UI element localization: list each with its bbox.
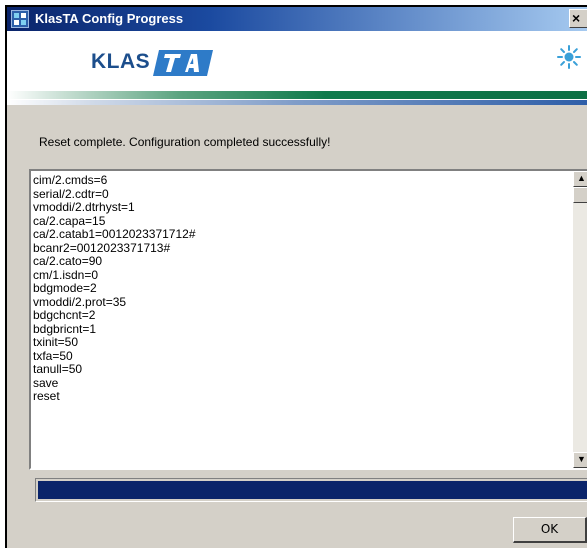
sun-icon: [557, 45, 581, 69]
scroll-down-button[interactable]: ▼: [573, 452, 587, 468]
title-bar[interactable]: KlasTA Config Progress ×: [7, 7, 587, 31]
log-line: ca/2.capa=15: [33, 213, 106, 228]
arrow-down-icon: ▼: [577, 454, 586, 464]
log-line: reset: [33, 389, 60, 403]
app-icon: [11, 10, 29, 28]
log-line: txinit=50: [33, 335, 79, 349]
log-line: vmoddi/2.prot=35: [33, 294, 127, 309]
window-title: KlasTA Config Progress: [35, 11, 184, 26]
log-line: bcanr2=0012023371713#: [33, 240, 171, 255]
close-button[interactable]: ×: [569, 9, 587, 28]
log-line: vmoddi/2.dtrhyst=1: [33, 200, 135, 214]
log-line: tanull=50: [33, 362, 83, 376]
log-line: serial/2.cdtr=0: [33, 186, 109, 201]
log-line: bdgchcnt=2: [33, 308, 96, 322]
status-message: Reset complete. Configuration completed …: [39, 135, 331, 149]
scroll-up-button[interactable]: ▲: [573, 171, 587, 187]
log-line: cim/2.cmds=6: [33, 173, 108, 187]
close-icon: ×: [572, 10, 581, 26]
progress-bar: [35, 478, 587, 502]
config-progress-window: KlasTA Config Progress × KLAS Reset comp…: [5, 5, 587, 548]
log-line: cm/1.isdn=0: [33, 267, 99, 282]
log-line: save: [33, 375, 59, 390]
log-line: ca/2.cato=90: [33, 254, 103, 268]
arrow-up-icon: ▲: [577, 173, 586, 183]
log-line: bdgbricnt=1: [33, 321, 97, 336]
log-lines: cim/2.cmds=6 serial/2.cdtr=0 vmoddi/2.dtrh…: [33, 173, 196, 404]
logo-text: KLAS: [91, 50, 151, 73]
scroll-thumb[interactable]: [573, 187, 587, 203]
log-textarea[interactable]: cim/2.cmds=6 serial/2.cdtr=0 vmoddi/2.dtrh…: [29, 169, 587, 470]
log-line: ca/2.catab1=0012023371712#: [33, 227, 196, 241]
banner-stripe-green: [7, 91, 587, 99]
banner-stripe-blue: [7, 100, 587, 105]
logo-mark-icon: [153, 50, 213, 76]
log-scrollbar[interactable]: ▲ ▼: [573, 171, 587, 468]
log-line: bdgmode=2: [33, 281, 97, 295]
log-line: txfa=50: [33, 348, 73, 363]
ok-button[interactable]: OK: [513, 517, 587, 543]
header-banner: KLAS: [7, 31, 587, 105]
progress-fill: [38, 481, 587, 499]
